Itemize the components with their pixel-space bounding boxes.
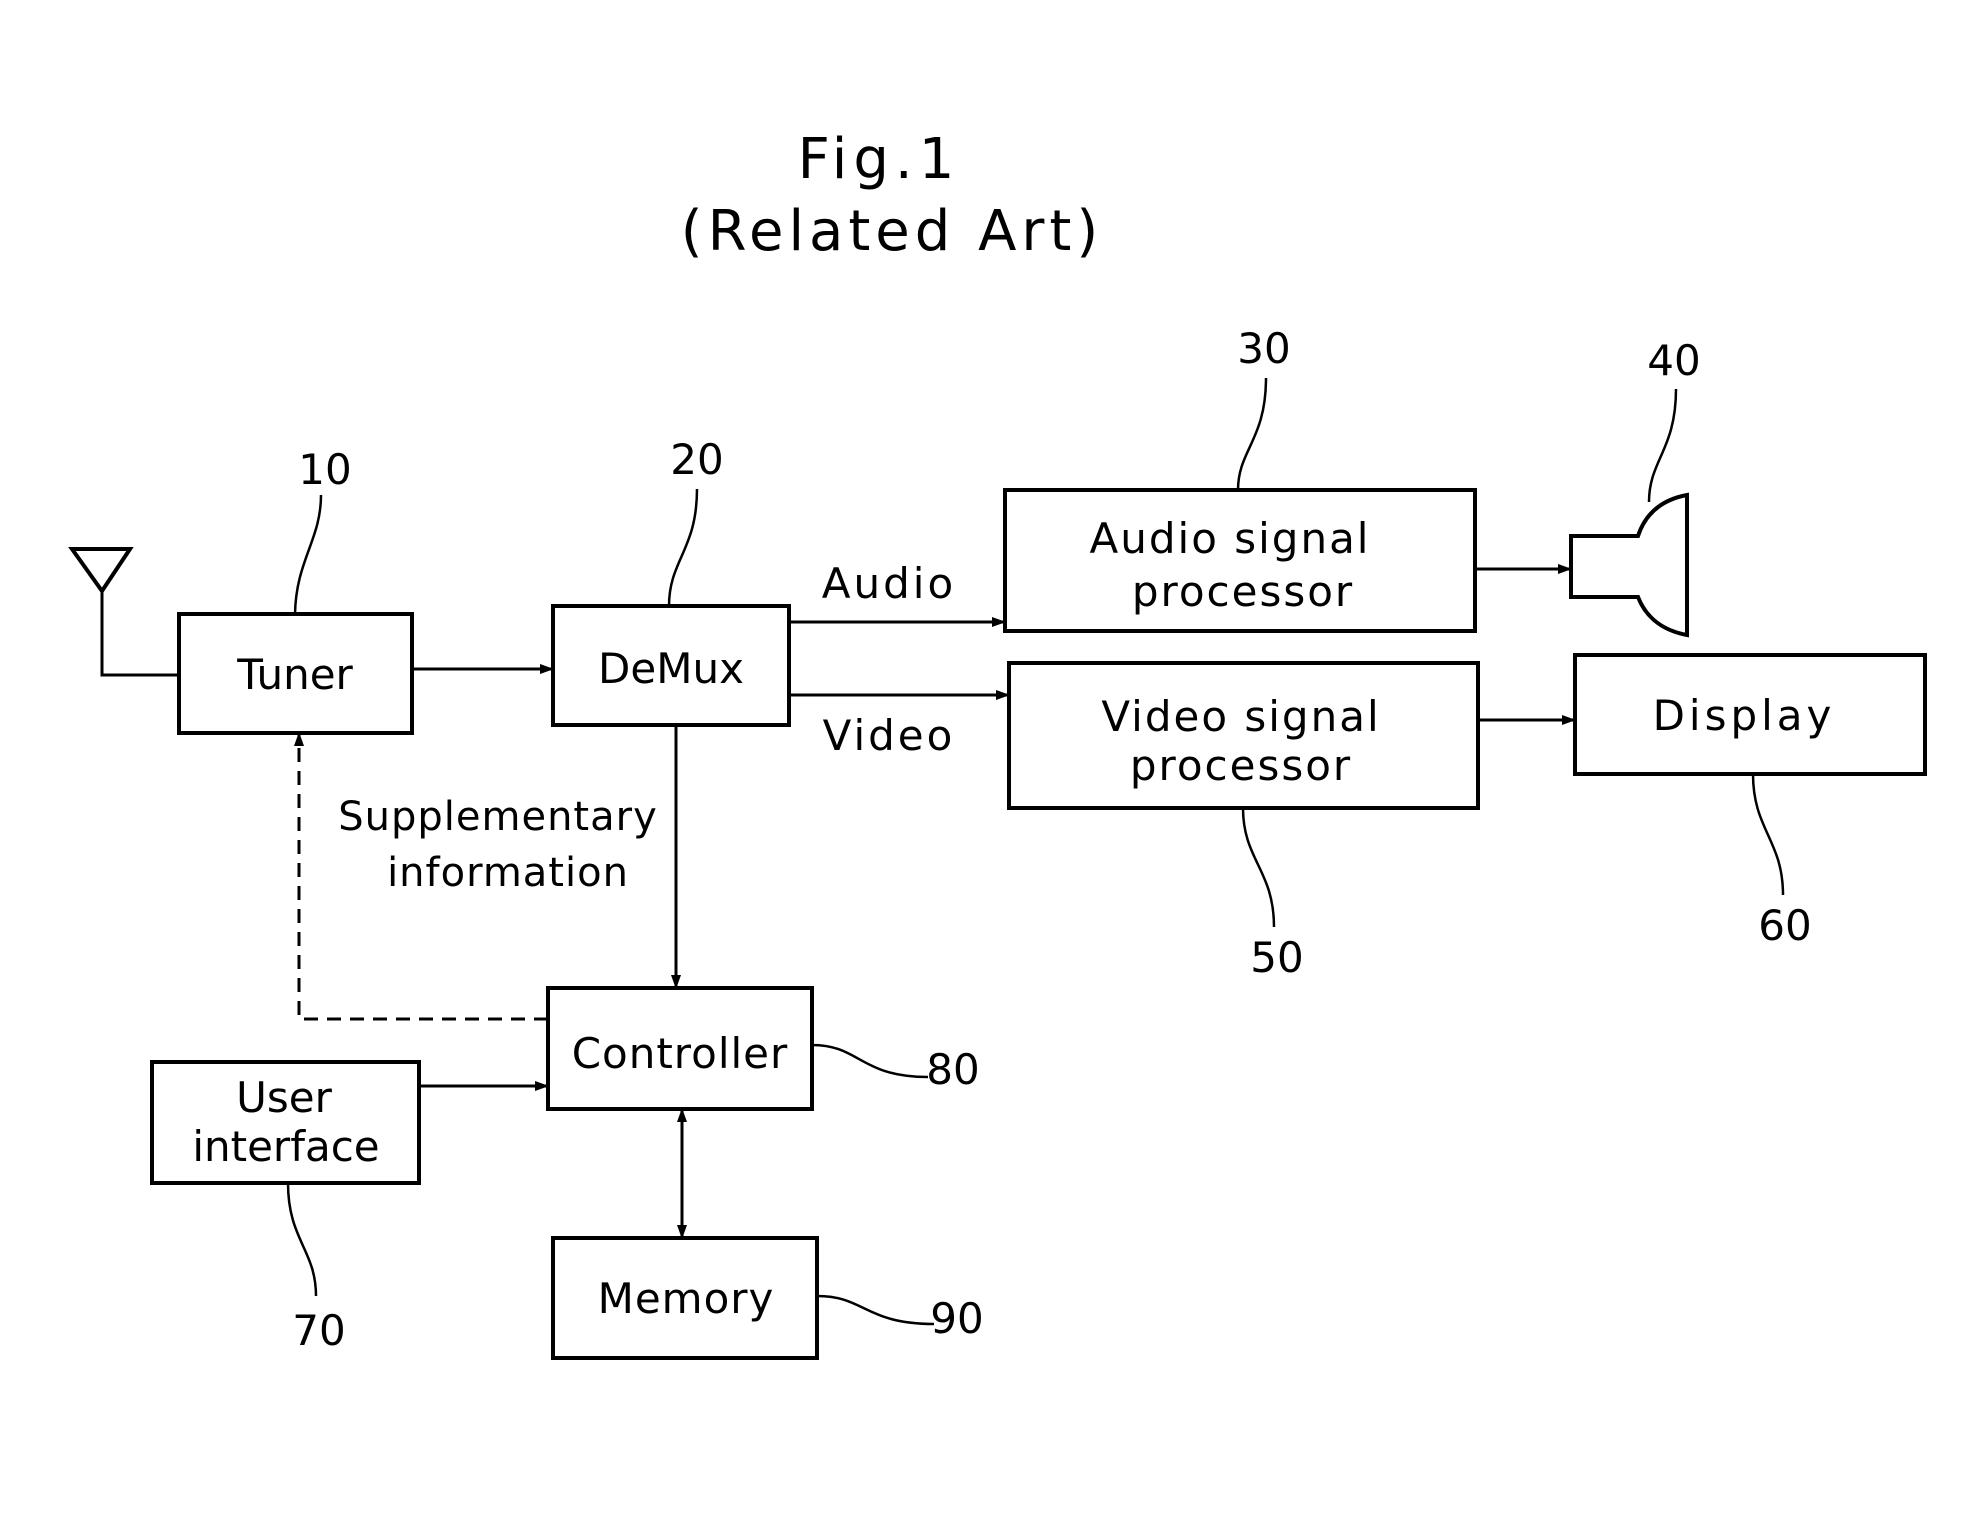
ref-80: 80 <box>926 1045 979 1094</box>
leader-70 <box>286 1182 318 1297</box>
leader-20 <box>667 488 699 607</box>
leader-30 <box>1236 377 1268 491</box>
demux-label: DeMux <box>598 644 744 693</box>
ref-60: 60 <box>1758 901 1811 950</box>
controller-block: Controller <box>546 986 814 1111</box>
supplementary-label-line1: Supplementary <box>338 794 657 840</box>
video-processor-block: Video signal processor <box>1007 661 1480 810</box>
ref-90: 90 <box>930 1294 983 1343</box>
leader-50 <box>1241 807 1276 928</box>
video-signal-label: Video <box>823 711 956 760</box>
video-processor-line2: processor <box>1130 741 1352 790</box>
user-interface-line1: User <box>236 1073 332 1122</box>
leader-80 <box>811 1043 929 1079</box>
tuner-block: Tuner <box>177 612 414 735</box>
memory-block: Memory <box>551 1236 819 1360</box>
memory-label: Memory <box>598 1274 775 1323</box>
figure-title: Fig.1 <box>798 127 961 192</box>
ref-70: 70 <box>292 1306 345 1355</box>
audio-processor-block: Audio signal processor <box>1003 488 1477 633</box>
user-interface-block: User interface <box>150 1060 421 1185</box>
demux-block: DeMux <box>551 604 791 727</box>
video-processor-line1: Video signal <box>1101 692 1380 741</box>
tuner-label: Tuner <box>236 650 353 699</box>
leader-60 <box>1751 773 1785 896</box>
audio-signal-label: Audio <box>822 559 956 608</box>
ref-30: 30 <box>1237 324 1290 373</box>
controller-label: Controller <box>572 1029 789 1078</box>
leader-90 <box>816 1294 935 1326</box>
leader-40 <box>1647 388 1678 503</box>
display-block: Display <box>1573 653 1927 776</box>
leader-10 <box>293 494 323 615</box>
audio-processor-line2: processor <box>1132 567 1354 616</box>
ref-50: 50 <box>1250 933 1303 982</box>
ref-20: 20 <box>670 435 723 484</box>
ref-40: 40 <box>1647 336 1700 385</box>
block-diagram: Fig.1 (Related Art) Tuner 10 DeMux 20 Au… <box>68 127 1927 1360</box>
user-interface-line2: interface <box>192 1122 379 1171</box>
speaker-icon <box>1569 492 1689 638</box>
audio-processor-line1: Audio signal <box>1090 514 1371 563</box>
ref-10: 10 <box>298 445 351 494</box>
supplementary-label-line2: information <box>387 850 629 896</box>
antenna-icon <box>68 547 179 677</box>
display-label: Display <box>1653 691 1836 740</box>
figure-subtitle: (Related Art) <box>681 199 1103 264</box>
